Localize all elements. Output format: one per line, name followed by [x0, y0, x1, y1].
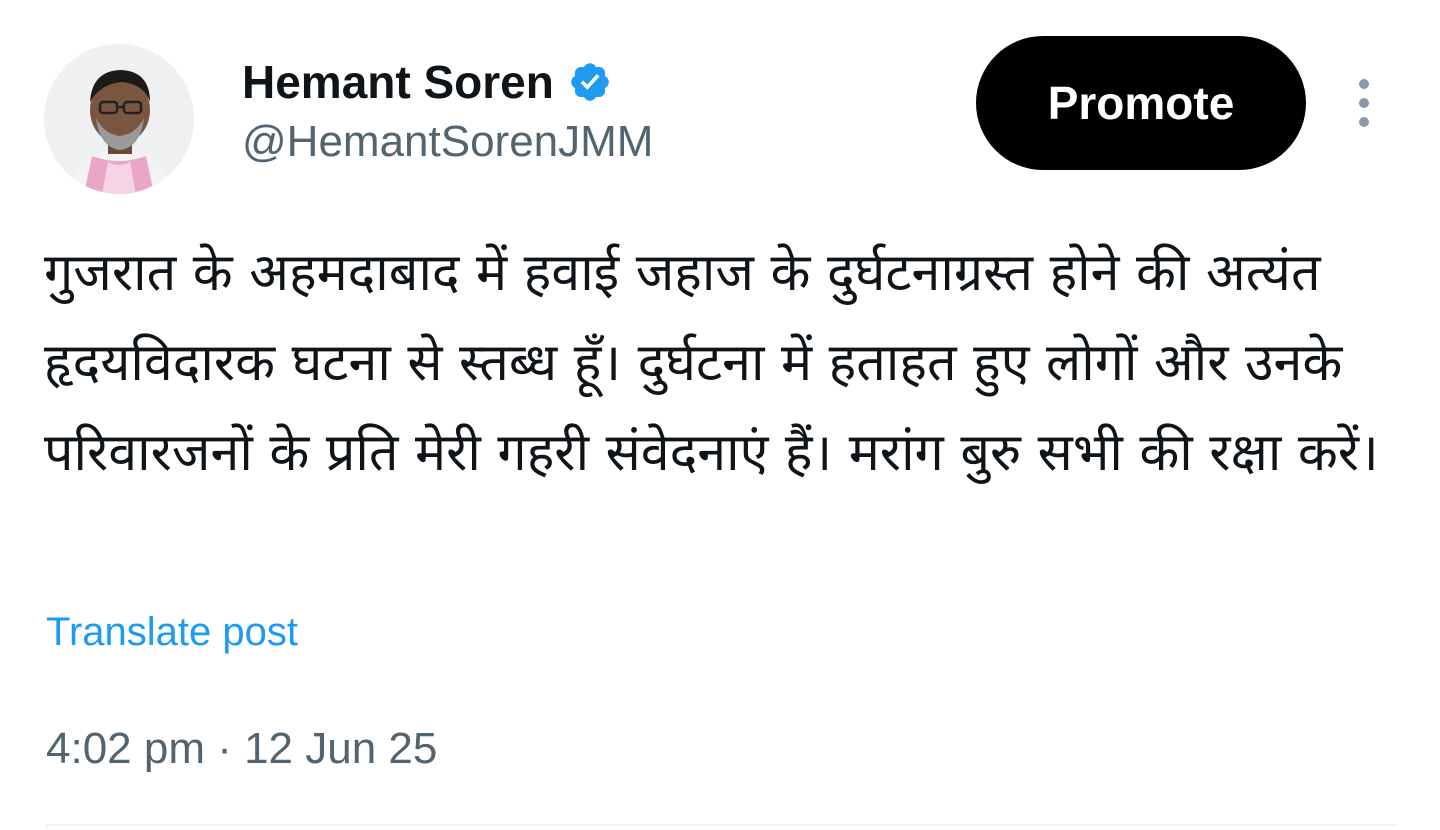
post-timestamp[interactable]: 4:02 pm · 12 Jun 25 [46, 722, 437, 776]
divider [46, 824, 1396, 826]
author-handle[interactable]: @HemantSorenJMM [242, 116, 653, 168]
author-display-name[interactable]: Hemant Soren [242, 56, 554, 108]
verified-badge-icon[interactable] [568, 60, 612, 104]
promote-button[interactable]: Promote [976, 36, 1306, 170]
post-text: गुजरात के अहमदाबाद में हवाई जहाज के दुर्… [44, 243, 1379, 483]
profile-photo [44, 44, 194, 194]
vertical-ellipsis-icon[interactable] [1344, 76, 1384, 130]
author-name-row[interactable]: Hemant Soren [242, 56, 612, 108]
translate-post-link[interactable]: Translate post [46, 606, 298, 658]
avatar[interactable] [44, 44, 194, 194]
